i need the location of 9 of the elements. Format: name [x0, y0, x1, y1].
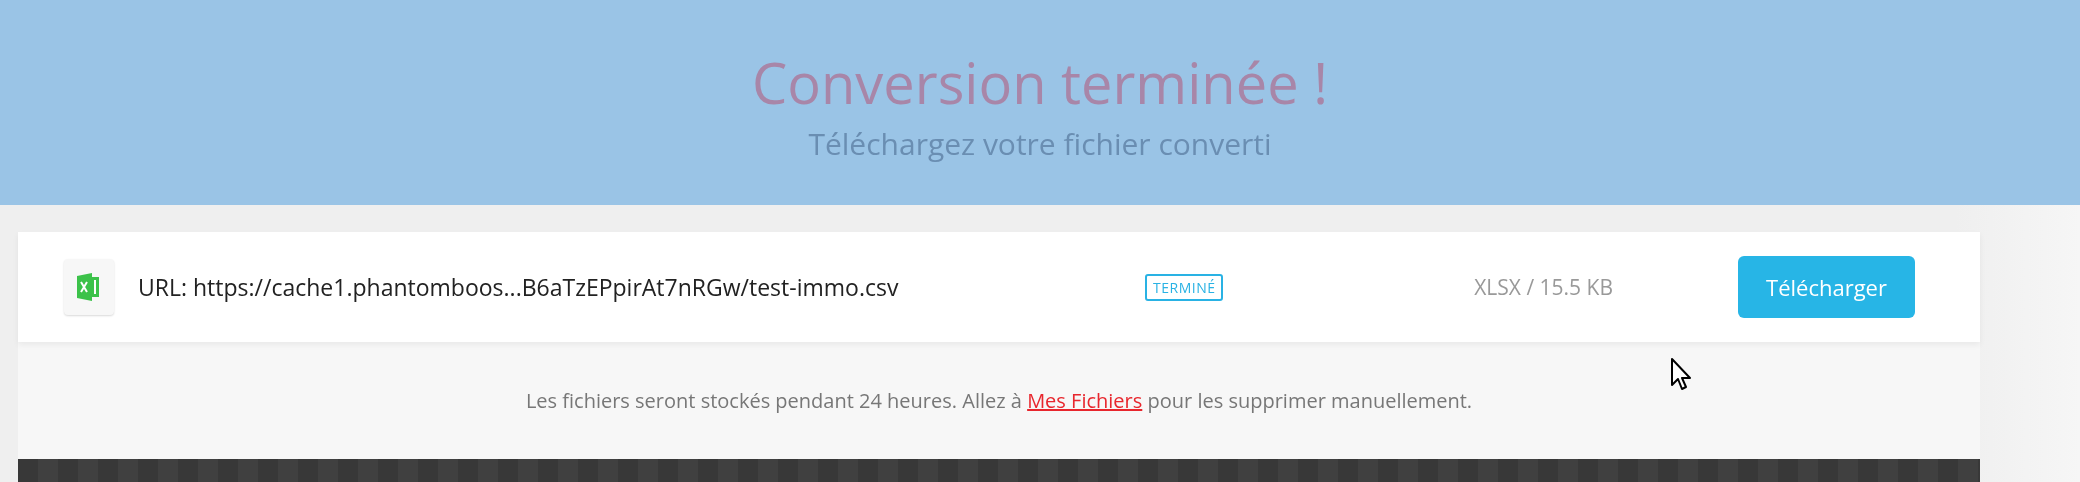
- file-size: XLSX / 15.5 KB: [1474, 273, 1613, 301]
- page-title: Conversion terminée !: [752, 49, 1328, 117]
- file-url: URL: https://cache1.phantomboos...B6aTzEPpirAt7nRGw/test-immo.csv: [138, 271, 900, 303]
- spreadsheet-icon: [77, 273, 101, 301]
- download-button[interactable]: Télécharger: [1738, 256, 1915, 318]
- status-badge: TERMINÉ: [1145, 273, 1224, 301]
- mouse-pointer-icon: [1670, 357, 1694, 393]
- storage-notice: Les fichiers seront stockés pendant 24 heures. Allez à Mes Fichiers pour les supprimer manuellement.: [525, 387, 1473, 414]
- my-files-link[interactable]: Mes Fichiers: [1027, 387, 1143, 414]
